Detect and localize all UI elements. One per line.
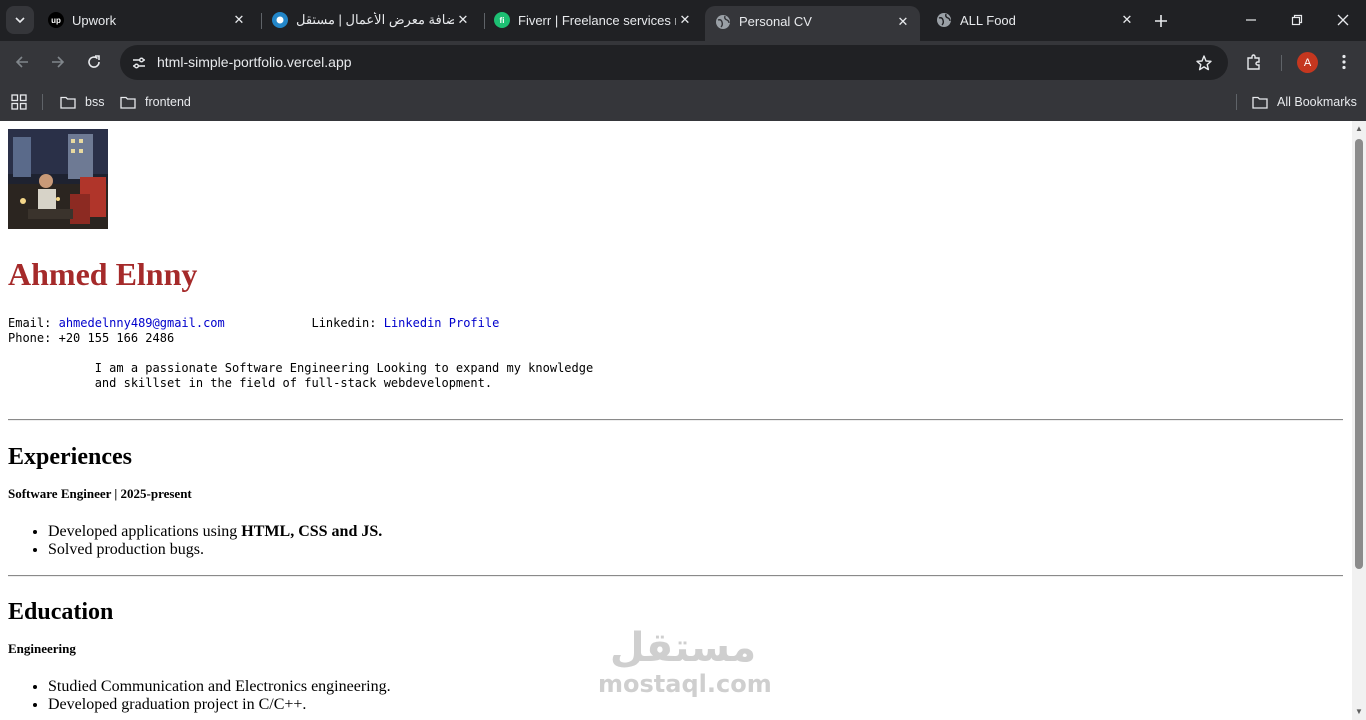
arrow-left-icon — [15, 56, 28, 68]
bookmark-label: bss — [85, 95, 105, 109]
reload-icon — [88, 55, 100, 68]
scroll-down-arrow-icon[interactable]: ▼ — [1355, 708, 1363, 716]
bookmark-star-button[interactable] — [1193, 52, 1215, 74]
apps-grid-icon — [11, 94, 27, 110]
restore-button[interactable] — [1274, 4, 1320, 36]
cv-name: Ahmed Elnny — [8, 256, 198, 292]
profile-photo — [8, 129, 108, 229]
menu-button[interactable] — [1331, 49, 1357, 75]
back-button[interactable] — [8, 48, 36, 76]
site-info-button[interactable] — [128, 52, 150, 74]
page-scrollbar[interactable]: ▲ ▼ — [1352, 121, 1366, 720]
avatar[interactable]: A — [1297, 52, 1318, 73]
phone-number: +20 155 166 2486 — [58, 331, 175, 345]
globe-icon — [715, 14, 731, 30]
education-title: Engineering — [8, 641, 76, 656]
all-bookmarks-button[interactable]: All Bookmarks — [1252, 92, 1357, 112]
mostaql-icon — [272, 12, 288, 28]
education-list: Studied Communication and Electronics en… — [8, 678, 1343, 714]
plus-icon — [1155, 15, 1167, 27]
puzzle-icon — [1247, 54, 1260, 70]
globe-icon — [936, 12, 952, 28]
fiverr-icon: fi — [494, 12, 510, 28]
education-heading: Education — [8, 599, 114, 625]
list-item: Studied Communication and Electronics en… — [48, 678, 1343, 696]
tab-title: Fiverr | Freelance services ma — [518, 12, 676, 28]
linkedin-label: Linkedin: — [311, 316, 377, 330]
tab-strip: up Upwork ✕ إضافة معرض الأعمال | مستقل ✕… — [0, 0, 1366, 41]
close-icon[interactable]: ✕ — [676, 11, 694, 29]
bookmark-folder-bss[interactable]: bss — [60, 92, 104, 112]
section-divider — [8, 419, 1343, 421]
toolbar-divider — [1281, 55, 1282, 71]
scroll-up-arrow-icon[interactable]: ▲ — [1355, 125, 1363, 133]
linkedin-link[interactable]: Linkedin Profile — [384, 316, 500, 330]
experiences-heading: Experiences — [8, 444, 132, 470]
close-icon[interactable]: ✕ — [1118, 11, 1136, 29]
minimize-button[interactable] — [1228, 4, 1274, 36]
tab-all-food[interactable]: ALL Food ✕ — [926, 5, 1144, 35]
list-item: Developed graduation project in C/C++. — [48, 696, 1343, 714]
list-item: Developed applications using HTML, CSS a… — [48, 523, 1343, 541]
bookmark-folder-frontend[interactable]: frontend — [120, 92, 191, 112]
chevron-down-icon — [15, 17, 25, 24]
tab-upwork[interactable]: up Upwork ✕ — [38, 5, 256, 35]
tab-personal-cv[interactable]: Personal CV ✕ — [705, 6, 920, 41]
tab-search-button[interactable] — [6, 6, 34, 34]
about-line: I am a passionate Software Engineering L… — [94, 361, 594, 375]
email-link[interactable]: ahmedelnny489@gmail.com — [59, 316, 225, 330]
phone-label: Phone: — [8, 331, 52, 345]
upwork-icon: up — [48, 12, 64, 28]
address-bar[interactable]: html-simple-portfolio.vercel.app — [120, 45, 1228, 80]
bullet-bold-text: HTML, CSS and JS. — [241, 523, 383, 540]
bookmark-label: All Bookmarks — [1277, 95, 1357, 109]
tab-mostaql[interactable]: إضافة معرض الأعمال | مستقل ✕ — [262, 5, 480, 35]
section-divider — [8, 575, 1343, 577]
tune-icon — [133, 57, 145, 69]
apps-button[interactable] — [11, 92, 27, 112]
tab-fiverr[interactable]: fi Fiverr | Freelance services ma ✕ — [484, 5, 702, 35]
experience-role: Software Engineer | 2025-present — [8, 486, 192, 501]
url-text: html-simple-portfolio.vercel.app — [157, 54, 352, 70]
cv-page: Ahmed Elnny Email: ahmedelnny489@gmail.c… — [8, 129, 1343, 714]
minimize-icon — [1246, 19, 1256, 21]
bookmark-label: frontend — [145, 95, 191, 109]
tab-title: Personal CV — [739, 14, 812, 29]
more-vert-icon — [1342, 54, 1346, 70]
new-tab-button[interactable] — [1150, 10, 1172, 32]
bookmarks-bar: bss frontend All Bookmarks — [0, 84, 1366, 121]
bullet-text: Developed applications using — [48, 523, 242, 540]
tab-title: ALL Food — [960, 12, 1016, 28]
folder-icon — [1252, 96, 1268, 109]
list-item: Solved production bugs. — [48, 541, 1343, 559]
close-icon[interactable]: ✕ — [454, 11, 472, 29]
forward-button[interactable] — [44, 48, 72, 76]
close-window-button[interactable] — [1320, 4, 1366, 36]
bookmark-divider — [42, 94, 43, 110]
contact-info: Email: ahmedelnny489@gmail.com Linkedin:… — [8, 316, 1343, 346]
scrollbar-thumb[interactable] — [1355, 139, 1363, 569]
page-viewport: Ahmed Elnny Email: ahmedelnny489@gmail.c… — [0, 121, 1352, 720]
restore-icon — [1291, 14, 1303, 26]
close-icon — [1337, 14, 1349, 26]
folder-icon — [60, 96, 76, 109]
bookmark-divider — [1236, 94, 1237, 110]
close-icon[interactable]: ✕ — [230, 11, 248, 29]
tab-title: إضافة معرض الأعمال | مستقل — [296, 12, 454, 27]
about-text: I am a passionate Software Engineering L… — [8, 361, 1343, 391]
experience-list: Developed applications using HTML, CSS a… — [8, 523, 1343, 559]
star-icon — [1196, 55, 1212, 71]
tab-title: Upwork — [72, 12, 117, 28]
browser-toolbar: html-simple-portfolio.vercel.app A — [0, 41, 1366, 84]
extensions-button[interactable] — [1241, 49, 1267, 75]
email-label: Email: — [8, 316, 52, 330]
close-icon[interactable]: ✕ — [894, 13, 912, 31]
folder-icon — [120, 96, 136, 109]
reload-button[interactable] — [80, 48, 108, 76]
arrow-right-icon — [52, 56, 65, 68]
about-line: and skillset in the field of full-stack … — [94, 376, 493, 390]
